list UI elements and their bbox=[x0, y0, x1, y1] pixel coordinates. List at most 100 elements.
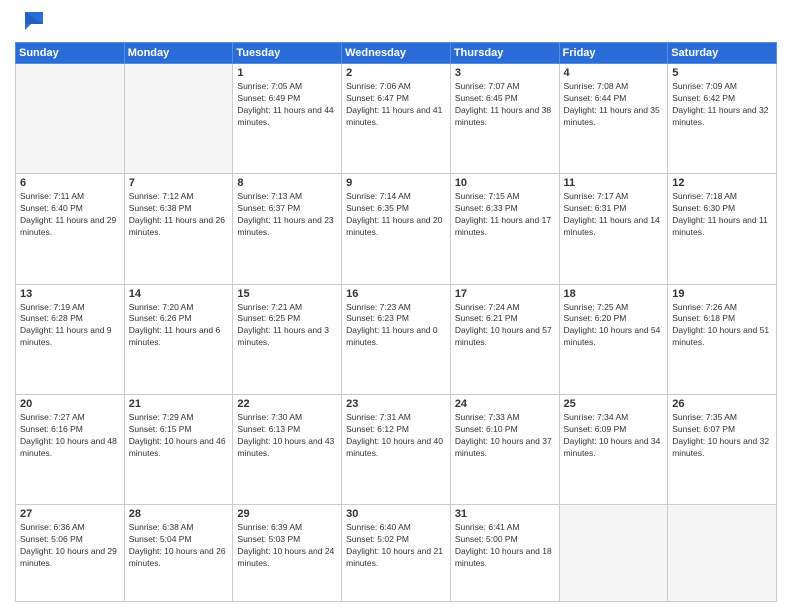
day-header-wednesday: Wednesday bbox=[342, 43, 451, 64]
calendar-cell: 14 Sunrise: 7:20 AM Sunset: 6:26 PM Dayli… bbox=[124, 284, 233, 394]
day-number: 20 bbox=[20, 398, 120, 410]
calendar-cell: 6 Sunrise: 7:11 AM Sunset: 6:40 PM Daylig… bbox=[16, 174, 125, 284]
day-number: 4 bbox=[564, 67, 664, 79]
day-number: 23 bbox=[346, 398, 446, 410]
day-info: Sunrise: 7:19 AM Sunset: 6:28 PM Dayligh… bbox=[20, 302, 120, 350]
day-info: Sunrise: 7:25 AM Sunset: 6:20 PM Dayligh… bbox=[564, 302, 664, 350]
calendar-header: SundayMondayTuesdayWednesdayThursdayFrid… bbox=[16, 43, 777, 64]
calendar-cell: 22 Sunrise: 7:30 AM Sunset: 6:13 PM Dayli… bbox=[233, 394, 342, 504]
calendar-cell: 13 Sunrise: 7:19 AM Sunset: 6:28 PM Dayli… bbox=[16, 284, 125, 394]
day-header-friday: Friday bbox=[559, 43, 668, 64]
day-info: Sunrise: 7:24 AM Sunset: 6:21 PM Dayligh… bbox=[455, 302, 555, 350]
day-number: 15 bbox=[237, 288, 337, 300]
calendar-cell: 7Sunrise: 7:12 AM Sunset: 6:38 PM Daylig… bbox=[124, 174, 233, 284]
page: SundayMondayTuesdayWednesdayThursdayFrid… bbox=[0, 0, 792, 612]
day-number: 3 bbox=[455, 67, 555, 79]
day-number: 17 bbox=[455, 288, 555, 300]
calendar-cell bbox=[124, 64, 233, 174]
day-number: 14 bbox=[129, 288, 229, 300]
day-info: Sunrise: 6:38 AM Sunset: 5:04 PM Dayligh… bbox=[129, 522, 229, 570]
day-info: Sunrise: 7:07 AM Sunset: 6:45 PM Dayligh… bbox=[455, 81, 555, 129]
day-number: 26 bbox=[672, 398, 772, 410]
calendar-cell: 25 Sunrise: 7:34 AM Sunset: 6:09 PM Dayli… bbox=[559, 394, 668, 504]
day-info: Sunrise: 6:39 AM Sunset: 5:03 PM Dayligh… bbox=[237, 522, 337, 570]
day-info: Sunrise: 6:36 AM Sunset: 5:06 PM Dayligh… bbox=[20, 522, 120, 570]
day-info: Sunrise: 7:15 AM Sunset: 6:33 PM Dayligh… bbox=[455, 191, 555, 239]
calendar-cell: 2 Sunrise: 7:06 AM Sunset: 6:47 PM Daylig… bbox=[342, 64, 451, 174]
calendar-week-1: 1 Sunrise: 7:05 AM Sunset: 6:49 PM Daylig… bbox=[16, 64, 777, 174]
calendar-cell: 20 Sunrise: 7:27 AM Sunset: 6:16 PM Dayli… bbox=[16, 394, 125, 504]
calendar-table: SundayMondayTuesdayWednesdayThursdayFrid… bbox=[15, 42, 777, 602]
day-header-monday: Monday bbox=[124, 43, 233, 64]
day-info: Sunrise: 7:35 AM Sunset: 6:07 PM Dayligh… bbox=[672, 412, 772, 460]
calendar-cell: 10 Sunrise: 7:15 AM Sunset: 6:33 PM Dayli… bbox=[450, 174, 559, 284]
day-info: Sunrise: 7:17 AM Sunset: 6:31 PM Dayligh… bbox=[564, 191, 664, 239]
logo-icon bbox=[15, 10, 45, 34]
calendar-cell: 23 Sunrise: 7:31 AM Sunset: 6:12 PM Dayli… bbox=[342, 394, 451, 504]
day-info: Sunrise: 7:11 AM Sunset: 6:40 PM Dayligh… bbox=[20, 191, 120, 239]
day-number: 24 bbox=[455, 398, 555, 410]
day-number: 29 bbox=[237, 508, 337, 520]
day-info: Sunrise: 7:34 AM Sunset: 6:09 PM Dayligh… bbox=[564, 412, 664, 460]
calendar-cell: 18 Sunrise: 7:25 AM Sunset: 6:20 PM Dayli… bbox=[559, 284, 668, 394]
calendar-cell: 21 Sunrise: 7:29 AM Sunset: 6:15 PM Dayli… bbox=[124, 394, 233, 504]
day-number: 1 bbox=[237, 67, 337, 79]
day-info: Sunrise: 7:33 AM Sunset: 6:10 PM Dayligh… bbox=[455, 412, 555, 460]
calendar-cell: 4 Sunrise: 7:08 AM Sunset: 6:44 PM Daylig… bbox=[559, 64, 668, 174]
calendar-cell: 26 Sunrise: 7:35 AM Sunset: 6:07 PM Dayli… bbox=[668, 394, 777, 504]
calendar-cell: 27 Sunrise: 6:36 AM Sunset: 5:06 PM Dayli… bbox=[16, 505, 125, 602]
day-header-tuesday: Tuesday bbox=[233, 43, 342, 64]
day-number: 10 bbox=[455, 177, 555, 189]
day-number: 6 bbox=[20, 177, 120, 189]
day-info: Sunrise: 7:13 AM Sunset: 6:37 PM Dayligh… bbox=[237, 191, 337, 239]
day-info: Sunrise: 7:09 AM Sunset: 6:42 PM Dayligh… bbox=[672, 81, 772, 129]
day-number: 18 bbox=[564, 288, 664, 300]
day-info: Sunrise: 7:08 AM Sunset: 6:44 PM Dayligh… bbox=[564, 81, 664, 129]
day-info: Sunrise: 6:41 AM Sunset: 5:00 PM Dayligh… bbox=[455, 522, 555, 570]
day-info: Sunrise: 7:21 AM Sunset: 6:25 PM Dayligh… bbox=[237, 302, 337, 350]
day-header-thursday: Thursday bbox=[450, 43, 559, 64]
calendar-cell bbox=[559, 505, 668, 602]
day-info: Sunrise: 6:40 AM Sunset: 5:02 PM Dayligh… bbox=[346, 522, 446, 570]
day-number: 11 bbox=[564, 177, 664, 189]
header-row: SundayMondayTuesdayWednesdayThursdayFrid… bbox=[16, 43, 777, 64]
day-info: Sunrise: 7:31 AM Sunset: 6:12 PM Dayligh… bbox=[346, 412, 446, 460]
day-number: 5 bbox=[672, 67, 772, 79]
calendar-cell: 11 Sunrise: 7:17 AM Sunset: 6:31 PM Dayli… bbox=[559, 174, 668, 284]
day-info: Sunrise: 7:30 AM Sunset: 6:13 PM Dayligh… bbox=[237, 412, 337, 460]
day-number: 13 bbox=[20, 288, 120, 300]
day-number: 2 bbox=[346, 67, 446, 79]
day-info: Sunrise: 7:06 AM Sunset: 6:47 PM Dayligh… bbox=[346, 81, 446, 129]
calendar-cell bbox=[668, 505, 777, 602]
day-number: 30 bbox=[346, 508, 446, 520]
day-number: 27 bbox=[20, 508, 120, 520]
calendar-cell: 29 Sunrise: 6:39 AM Sunset: 5:03 PM Dayli… bbox=[233, 505, 342, 602]
calendar-cell: 30 Sunrise: 6:40 AM Sunset: 5:02 PM Dayli… bbox=[342, 505, 451, 602]
calendar-cell: 3 Sunrise: 7:07 AM Sunset: 6:45 PM Daylig… bbox=[450, 64, 559, 174]
day-number: 28 bbox=[129, 508, 229, 520]
day-header-sunday: Sunday bbox=[16, 43, 125, 64]
day-info: Sunrise: 7:27 AM Sunset: 6:16 PM Dayligh… bbox=[20, 412, 120, 460]
calendar-cell: 16Sunrise: 7:23 AM Sunset: 6:23 PM Dayli… bbox=[342, 284, 451, 394]
day-number: 12 bbox=[672, 177, 772, 189]
calendar-cell: 28 Sunrise: 6:38 AM Sunset: 5:04 PM Dayli… bbox=[124, 505, 233, 602]
day-info: Sunrise: 7:29 AM Sunset: 6:15 PM Dayligh… bbox=[129, 412, 229, 460]
day-info: Sunrise: 7:12 AM Sunset: 6:38 PM Dayligh… bbox=[129, 191, 229, 239]
day-number: 8 bbox=[237, 177, 337, 189]
day-number: 22 bbox=[237, 398, 337, 410]
day-info: Sunrise: 7:20 AM Sunset: 6:26 PM Dayligh… bbox=[129, 302, 229, 350]
day-number: 19 bbox=[672, 288, 772, 300]
calendar-cell: 24 Sunrise: 7:33 AM Sunset: 6:10 PM Dayli… bbox=[450, 394, 559, 504]
calendar-cell: 12 Sunrise: 7:18 AM Sunset: 6:30 PM Dayli… bbox=[668, 174, 777, 284]
day-info: Sunrise: 7:18 AM Sunset: 6:30 PM Dayligh… bbox=[672, 191, 772, 239]
day-number: 25 bbox=[564, 398, 664, 410]
calendar-week-2: 6 Sunrise: 7:11 AM Sunset: 6:40 PM Daylig… bbox=[16, 174, 777, 284]
day-number: 21 bbox=[129, 398, 229, 410]
calendar-cell: 9 Sunrise: 7:14 AM Sunset: 6:35 PM Daylig… bbox=[342, 174, 451, 284]
calendar-week-3: 13 Sunrise: 7:19 AM Sunset: 6:28 PM Dayli… bbox=[16, 284, 777, 394]
day-number: 9 bbox=[346, 177, 446, 189]
day-info: Sunrise: 7:05 AM Sunset: 6:49 PM Dayligh… bbox=[237, 81, 337, 129]
day-info: Sunrise: 7:14 AM Sunset: 6:35 PM Dayligh… bbox=[346, 191, 446, 239]
day-number: 31 bbox=[455, 508, 555, 520]
calendar-cell: 5 Sunrise: 7:09 AM Sunset: 6:42 PM Daylig… bbox=[668, 64, 777, 174]
